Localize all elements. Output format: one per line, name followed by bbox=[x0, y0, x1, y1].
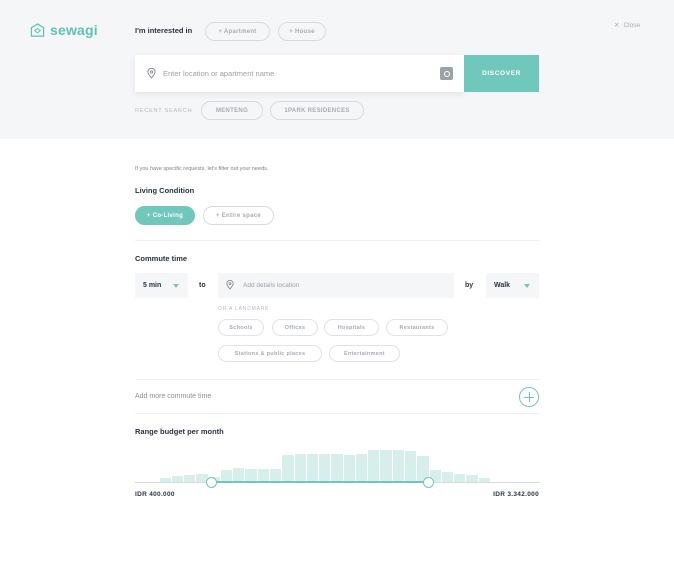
transport-mode-value: Walk bbox=[494, 282, 511, 289]
histogram-bar bbox=[233, 468, 245, 482]
histogram-bar bbox=[441, 472, 454, 482]
living-condition-title: Living Condition bbox=[135, 186, 195, 195]
house-logo-icon bbox=[30, 22, 45, 37]
add-commute-button[interactable] bbox=[519, 387, 539, 407]
logo[interactable]: sewagi bbox=[30, 22, 98, 38]
brand-name: sewagi bbox=[50, 22, 98, 38]
budget-max-label: IDR 3.342.000 bbox=[493, 491, 539, 498]
apartment-option[interactable]: + Apartment bbox=[205, 22, 270, 41]
histogram-bar bbox=[331, 454, 343, 482]
divider bbox=[135, 413, 540, 414]
current-location-icon[interactable] bbox=[440, 67, 453, 80]
filter-hint: If you have specific requests, let's fil… bbox=[135, 166, 269, 172]
histogram-bar bbox=[466, 475, 478, 482]
location-pin-icon bbox=[226, 280, 234, 290]
interest-label: I'm interested in bbox=[135, 26, 193, 35]
location-pin-icon bbox=[147, 68, 156, 79]
histogram-bar bbox=[454, 474, 466, 482]
close-label: Close bbox=[623, 21, 641, 29]
entire-space-option[interactable]: + Entire space bbox=[203, 206, 274, 225]
landmark-stations[interactable]: Stations & public places bbox=[218, 345, 322, 362]
histogram-bar bbox=[355, 454, 368, 482]
histogram-bar bbox=[405, 451, 417, 482]
co-living-option[interactable]: + Co-Living bbox=[135, 206, 195, 225]
recent-search-item[interactable]: 1PARK RESIDENCES bbox=[270, 101, 364, 120]
recent-search-item[interactable]: MENTENG bbox=[201, 101, 263, 120]
duration-value: 5 min bbox=[143, 282, 162, 289]
histogram-bar bbox=[368, 450, 380, 482]
budget-histogram bbox=[135, 442, 540, 482]
landmark-offices[interactable]: Offices bbox=[272, 319, 318, 336]
budget-max-handle[interactable] bbox=[423, 477, 435, 488]
commute-time-title: Commute time bbox=[135, 254, 188, 263]
close-button[interactable]: ✕ Close bbox=[614, 21, 641, 30]
chevron-down-icon bbox=[173, 284, 179, 288]
by-label: by bbox=[465, 282, 474, 289]
histogram-bar bbox=[380, 450, 392, 482]
landmark-label: OR A LANDMARK bbox=[218, 306, 270, 312]
histogram-bar bbox=[306, 454, 319, 482]
divider bbox=[135, 240, 540, 241]
landmark-hospitals[interactable]: Hospitals bbox=[324, 319, 379, 336]
budget-min-label: IDR 400.000 bbox=[135, 491, 175, 498]
divider bbox=[135, 379, 540, 380]
histogram-bar bbox=[343, 454, 355, 482]
histogram-bar bbox=[392, 450, 404, 482]
budget-min-handle[interactable] bbox=[206, 477, 218, 488]
histogram-bar bbox=[184, 475, 196, 482]
chevron-down-icon bbox=[524, 284, 530, 288]
add-commute-label: Add more commute time bbox=[135, 393, 212, 400]
duration-select[interactable]: 5 min bbox=[135, 273, 188, 298]
histogram-bar bbox=[282, 454, 294, 482]
commute-location-field[interactable]: Add details location bbox=[218, 273, 454, 298]
histogram-bar bbox=[319, 454, 331, 482]
close-icon: ✕ bbox=[614, 22, 620, 29]
landmark-schools[interactable]: Schools bbox=[218, 319, 264, 336]
histogram-bar bbox=[294, 454, 306, 482]
landmark-restaurants[interactable]: Restaurants bbox=[386, 319, 448, 336]
landmark-entertainment[interactable]: Entertainment bbox=[329, 345, 400, 362]
search-input[interactable]: Enter location or apartment name bbox=[163, 69, 274, 78]
transport-mode-select[interactable]: Walk bbox=[486, 273, 539, 298]
search-bar: Enter location or apartment name bbox=[135, 55, 464, 92]
commute-location-input[interactable]: Add details location bbox=[243, 282, 299, 289]
house-option[interactable]: + House bbox=[278, 22, 326, 41]
to-label: to bbox=[199, 282, 206, 289]
discover-button[interactable]: DISCOVER bbox=[464, 55, 539, 92]
budget-slider-range bbox=[211, 481, 429, 483]
recent-search-label: RECENT SEARCH bbox=[135, 108, 193, 114]
budget-title: Range budget per month bbox=[135, 427, 224, 436]
